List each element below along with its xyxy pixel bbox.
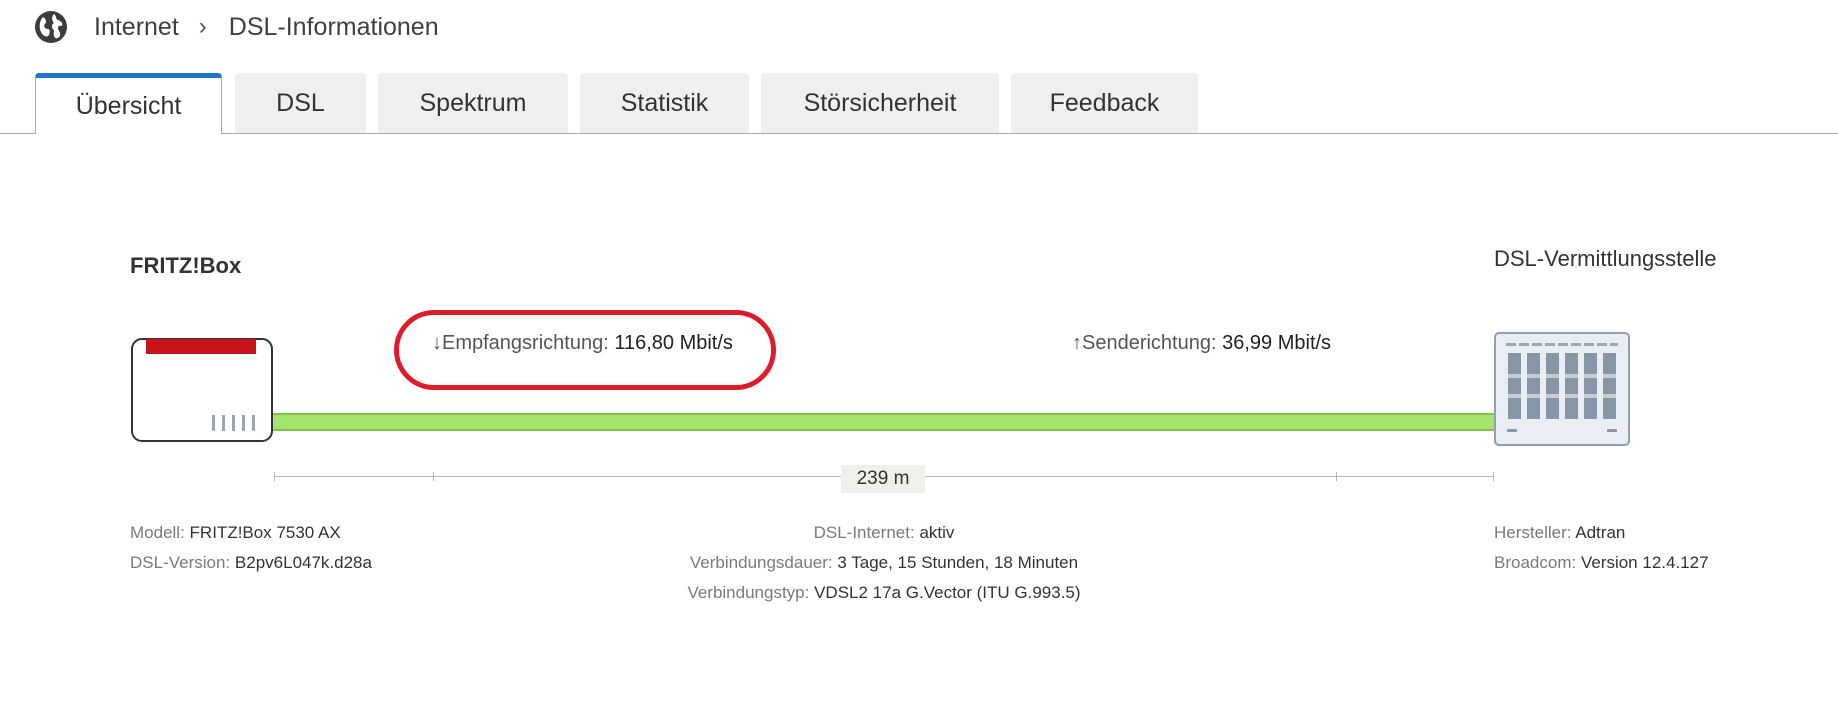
upstream-value: 36,99 Mbit/s [1222, 332, 1332, 354]
tab-feedback[interactable]: Feedback [1011, 73, 1198, 133]
dsl-line [272, 413, 1496, 431]
breadcrumb-current: DSL-Informationen [228, 12, 439, 41]
fritzbox-router-icon [131, 338, 273, 442]
info-row-manufacturer: Hersteller: Adtran [1494, 518, 1709, 548]
info-value: VDSL2 17a G.Vector (ITU G.993.5) [814, 583, 1081, 602]
info-row-dsl-version: DSL-Version: B2pv6L047k.d28a [130, 548, 372, 578]
distance-tick [1336, 472, 1337, 481]
dsl-overview-page: Internet › DSL-Informationen Übersicht D… [0, 0, 1838, 721]
info-row-connection-type: Verbindungstyp: VDSL2 17a G.Vector (ITU … [594, 578, 1174, 608]
info-row-connection-duration: Verbindungsdauer: 3 Tage, 15 Stunden, 18… [594, 548, 1174, 578]
tab-uebersicht[interactable]: Übersicht [35, 73, 222, 134]
info-value: B2pv6L047k.d28a [234, 553, 372, 572]
arrow-up-icon: ↑ [1072, 332, 1082, 354]
tab-statistik[interactable]: Statistik [580, 73, 749, 133]
info-key: Verbindungstyp: [687, 583, 810, 602]
info-left: Modell: FRITZ!Box 7530 AX DSL-Version: B… [130, 518, 372, 578]
info-value: Adtran [1575, 523, 1626, 542]
info-center: DSL-Internet: aktiv Verbindungsdauer: 3 … [594, 518, 1174, 608]
breadcrumb-internet[interactable]: Internet [94, 13, 179, 42]
tab-stoersicherheit[interactable]: Störsicherheit [761, 73, 999, 133]
tab-spektrum[interactable]: Spektrum [378, 73, 568, 133]
info-value: Version 12.4.127 [1580, 553, 1709, 572]
info-key: DSL-Internet: [813, 523, 915, 542]
chevron-right-icon: › [198, 13, 207, 40]
upstream-label: Senderichtung: [1082, 332, 1217, 354]
distance-tick [1493, 472, 1494, 481]
downstream-highlight-circle [394, 310, 776, 390]
info-value: FRITZ!Box 7530 AX [189, 523, 341, 542]
info-row-model: Modell: FRITZ!Box 7530 AX [130, 518, 372, 548]
info-value: aktiv [919, 523, 955, 542]
info-right: Hersteller: Adtran Broadcom: Version 12.… [1494, 518, 1709, 578]
info-key: Verbindungsdauer: [689, 553, 833, 572]
info-key: Modell: [130, 523, 185, 542]
upstream-rate: ↑Senderichtung: 36,99 Mbit/s [1072, 332, 1331, 355]
breadcrumb: Internet › DSL-Informationen [34, 10, 439, 44]
distance-tick [433, 472, 434, 481]
info-row-dsl-internet: DSL-Internet: aktiv [594, 518, 1174, 548]
tab-dsl[interactable]: DSL [235, 73, 366, 133]
info-row-broadcom: Broadcom: Version 12.4.127 [1494, 548, 1709, 578]
info-key: Broadcom: [1494, 553, 1577, 572]
info-key: DSL-Version: [130, 553, 231, 572]
globe-icon [35, 11, 67, 43]
distance-badge: 239 m [841, 465, 925, 493]
distance-tick [274, 472, 275, 481]
info-key: Hersteller: [1494, 523, 1572, 542]
exchange-label: DSL-Vermittlungsstelle [1494, 246, 1717, 271]
tab-bar: Übersicht DSL Spektrum Statistik Störsic… [0, 73, 1838, 134]
fritzbox-label: FRITZ!Box [130, 253, 242, 278]
dsl-exchange-icon [1494, 332, 1630, 446]
info-value: 3 Tage, 15 Stunden, 18 Minuten [837, 553, 1079, 572]
